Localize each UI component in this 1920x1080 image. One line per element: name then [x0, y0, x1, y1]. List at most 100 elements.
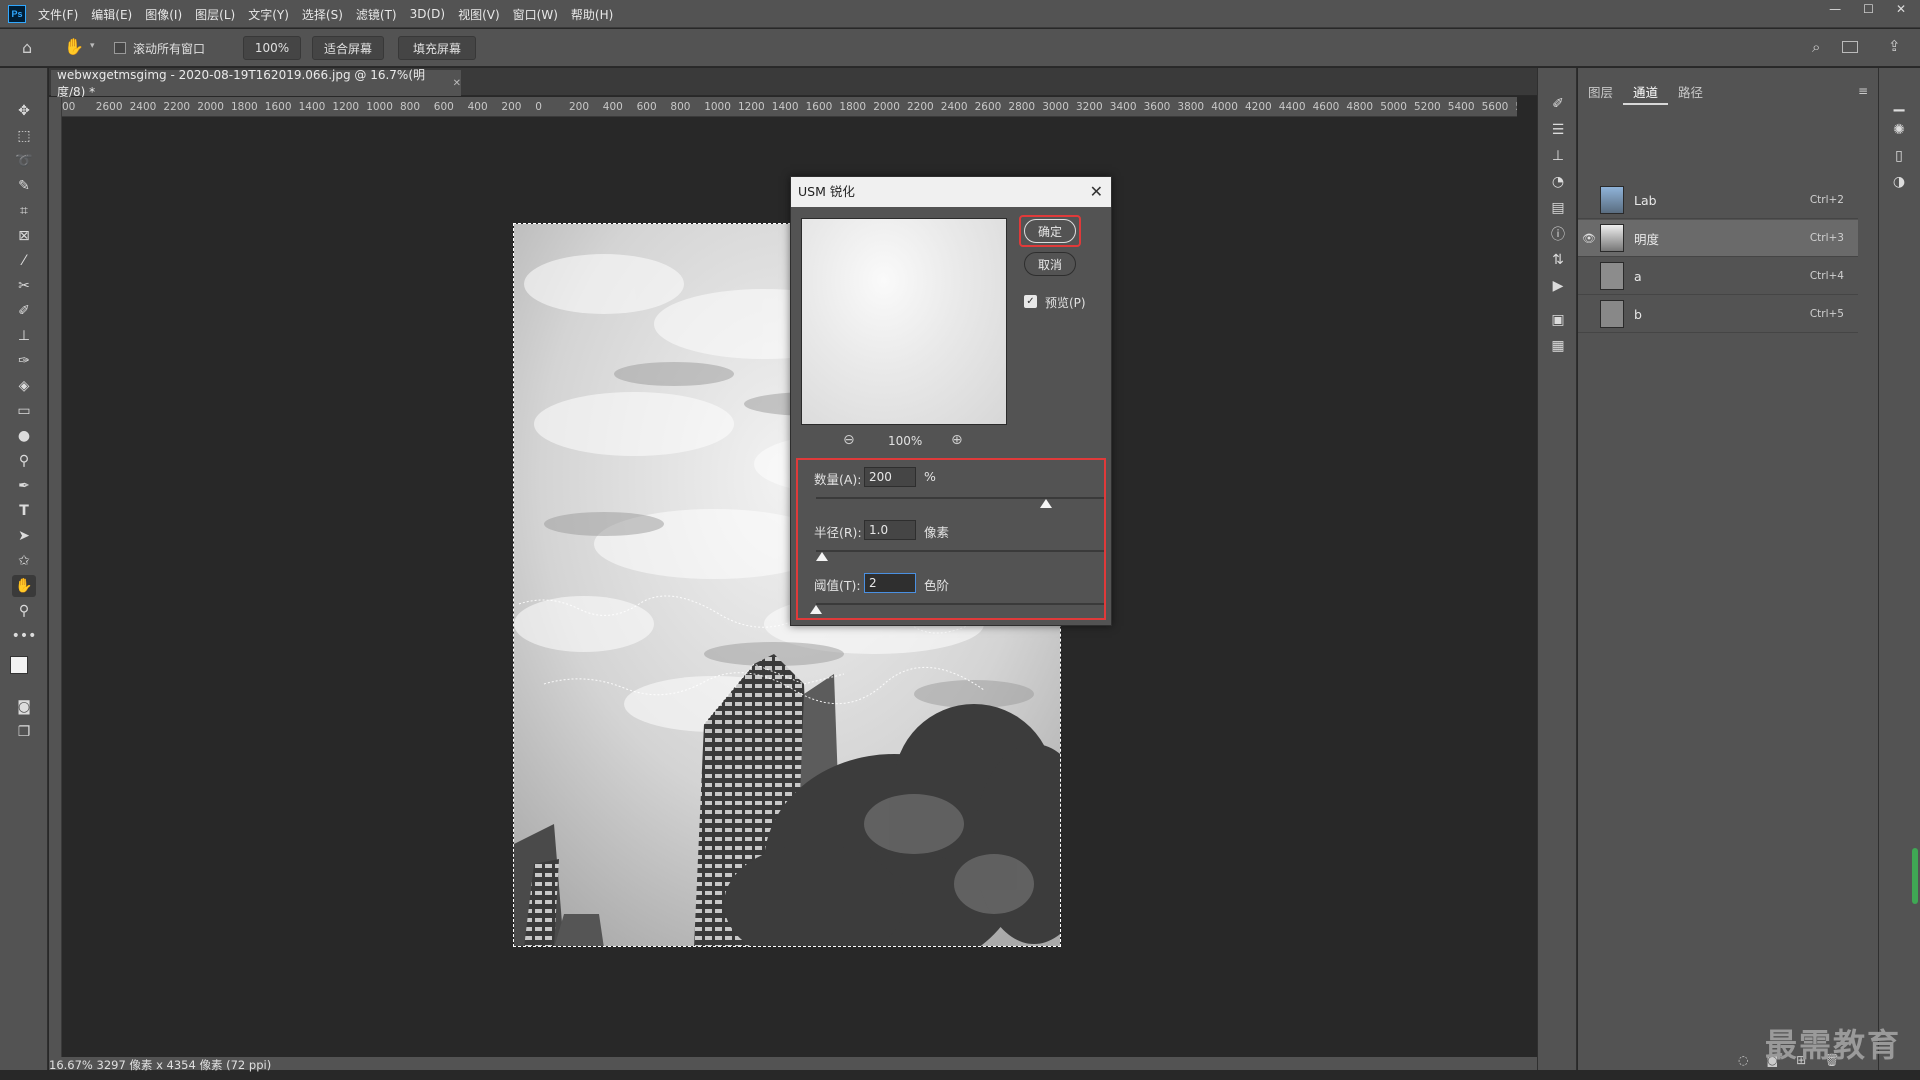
- eraser-tool-icon[interactable]: ◈: [12, 375, 36, 397]
- ok-button[interactable]: 确定: [1024, 219, 1076, 243]
- fit-screen-button[interactable]: 适合屏幕: [312, 36, 384, 60]
- preview-checkbox[interactable]: ✓: [1024, 295, 1037, 308]
- ruler-tick-label: 1200: [738, 101, 765, 113]
- navigator-icon[interactable]: ✺: [1889, 120, 1909, 140]
- channel-row[interactable]: b Ctrl+5: [1578, 296, 1858, 333]
- radius-slider-thumb[interactable]: [815, 552, 828, 561]
- close-window-button[interactable]: ✕: [1896, 2, 1906, 16]
- zoom-in-icon[interactable]: ⊕: [951, 432, 963, 448]
- adjustments-icon[interactable]: ☰: [1548, 120, 1568, 140]
- amount-slider-track[interactable]: [816, 497, 1104, 499]
- menu-item-0[interactable]: 文件(F): [38, 6, 78, 23]
- lasso-tool-icon[interactable]: ➰: [12, 150, 36, 172]
- amount-input[interactable]: 200: [864, 467, 916, 487]
- amount-slider-thumb[interactable]: [1040, 499, 1053, 508]
- menu-item-4[interactable]: 文字(Y): [248, 6, 289, 23]
- filter-preview[interactable]: [801, 218, 1007, 425]
- properties-icon[interactable]: ▤: [1548, 198, 1568, 218]
- swap-icon[interactable]: ⇅: [1548, 250, 1568, 270]
- channel-row[interactable]: Lab Ctrl+2: [1578, 182, 1858, 219]
- quick-mask-icon[interactable]: ◙: [12, 696, 36, 718]
- brush-tool-icon[interactable]: ✐: [12, 300, 36, 322]
- channel-shortcut: Ctrl+2: [1809, 194, 1844, 206]
- more-tools-icon[interactable]: •••: [12, 625, 37, 647]
- history-icon[interactable]: ◔: [1548, 172, 1568, 192]
- shape-tool-icon[interactable]: ✩: [12, 550, 36, 572]
- hand-tool-icon[interactable]: ✋: [64, 37, 84, 56]
- cancel-button[interactable]: 取消: [1024, 252, 1076, 276]
- book-icon[interactable]: ▯: [1889, 146, 1909, 166]
- dodge-tool-icon[interactable]: ⚲: [12, 450, 36, 472]
- libraries-icon[interactable]: ▣: [1548, 310, 1568, 330]
- zoom-100-button[interactable]: 100%: [243, 36, 301, 60]
- blur-tool-icon[interactable]: ●: [12, 425, 36, 447]
- menu-item-8[interactable]: 视图(V): [458, 6, 500, 23]
- healing-icon[interactable]: ✂: [12, 275, 36, 297]
- gradient-tool-icon[interactable]: ▭: [12, 400, 36, 422]
- scroll-indicator: [1912, 848, 1918, 904]
- menu-item-6[interactable]: 滤镜(T): [356, 6, 397, 23]
- visibility-eye-icon[interactable]: 👁: [1578, 232, 1600, 245]
- zoom-tool-icon[interactable]: ⚲: [12, 600, 36, 622]
- threshold-slider-thumb[interactable]: [810, 605, 822, 614]
- path-select-icon[interactable]: ➤: [12, 525, 36, 547]
- minimize-button[interactable]: —: [1829, 2, 1841, 16]
- radius-input[interactable]: 1.0: [864, 520, 916, 540]
- notes-icon[interactable]: ▦: [1548, 336, 1568, 356]
- channel-row[interactable]: a Ctrl+4: [1578, 258, 1858, 295]
- fill-screen-button[interactable]: 填充屏幕: [398, 36, 476, 60]
- menu-item-10[interactable]: 帮助(H): [571, 6, 613, 23]
- close-tab-icon[interactable]: ✕: [453, 78, 461, 89]
- play-action-icon[interactable]: ▶: [1548, 276, 1568, 296]
- info-icon[interactable]: ⓘ: [1548, 224, 1568, 244]
- preview-label: 预览(P): [1045, 296, 1086, 310]
- ruler-tick-label: 3400: [1109, 101, 1137, 113]
- menu-item-5[interactable]: 选择(S): [302, 6, 343, 23]
- marquee-tool-icon[interactable]: ⬚: [12, 125, 36, 147]
- menu-item-9[interactable]: 窗口(W): [513, 6, 558, 23]
- menu-item-2[interactable]: 图像(I): [145, 6, 182, 23]
- panel-tabs: 图层 通道 路径: [1578, 81, 1713, 105]
- document-tab[interactable]: webwxgetmsgimg - 2020-08-19T162019.066.j…: [51, 68, 461, 99]
- pen-tool-icon[interactable]: ✒: [12, 475, 36, 497]
- menu-item-1[interactable]: 编辑(E): [91, 6, 132, 23]
- brush-settings-icon[interactable]: ✐: [1548, 94, 1568, 114]
- foreground-color-swatch[interactable]: [10, 656, 28, 674]
- ruler-tick-label: 3600: [1143, 101, 1171, 113]
- far-right-strip: ▁ ✺ ▯ ◑: [1878, 68, 1920, 1070]
- hand-tool-active-icon[interactable]: ✋: [12, 575, 36, 597]
- chevron-down-icon[interactable]: ▾: [90, 41, 95, 51]
- zoom-out-icon[interactable]: ⊖: [843, 432, 855, 448]
- panel-menu-icon[interactable]: ≡: [1858, 84, 1868, 98]
- tab-layers[interactable]: 图层: [1578, 81, 1623, 105]
- crop-tool-icon[interactable]: ⌗: [12, 200, 36, 222]
- menu-item-3[interactable]: 图层(L): [195, 6, 235, 23]
- dialog-close-icon[interactable]: ✕: [1090, 182, 1103, 201]
- move-tool-icon[interactable]: ✥: [12, 100, 36, 122]
- clone-source-icon[interactable]: ⊥: [1548, 146, 1568, 166]
- histogram-icon[interactable]: ▁: [1889, 94, 1909, 114]
- quick-select-icon[interactable]: ✎: [12, 175, 36, 197]
- threshold-slider-track[interactable]: [816, 603, 1104, 605]
- home-icon[interactable]: ⌂: [22, 38, 32, 57]
- tab-paths[interactable]: 路径: [1668, 81, 1713, 105]
- frame-tool-icon[interactable]: ⊠: [12, 225, 36, 247]
- search-icon[interactable]: ⌕: [1812, 38, 1820, 56]
- load-selection-icon[interactable]: ◌: [1738, 1053, 1748, 1067]
- threshold-input[interactable]: 2: [864, 573, 916, 593]
- menu-item-7[interactable]: 3D(D): [410, 7, 445, 21]
- eyedropper-icon[interactable]: ⁄: [12, 250, 36, 272]
- channel-row[interactable]: 👁 明度 Ctrl+3: [1578, 220, 1858, 257]
- maximize-button[interactable]: ☐: [1863, 2, 1874, 16]
- tab-channels[interactable]: 通道: [1623, 81, 1669, 105]
- color-icon[interactable]: ◑: [1889, 172, 1909, 192]
- share-icon[interactable]: ⇪: [1888, 37, 1901, 55]
- workspace-icon[interactable]: [1842, 41, 1858, 53]
- radius-slider-track[interactable]: [816, 550, 1104, 552]
- ruler-tick-label: 5000: [1380, 101, 1407, 113]
- scroll-all-checkbox[interactable]: [114, 42, 126, 54]
- screen-mode-icon[interactable]: ❐: [12, 721, 36, 743]
- history-brush-icon[interactable]: ✑: [12, 350, 36, 372]
- stamp-tool-icon[interactable]: ⊥: [12, 325, 36, 347]
- type-tool-icon[interactable]: T: [12, 500, 36, 522]
